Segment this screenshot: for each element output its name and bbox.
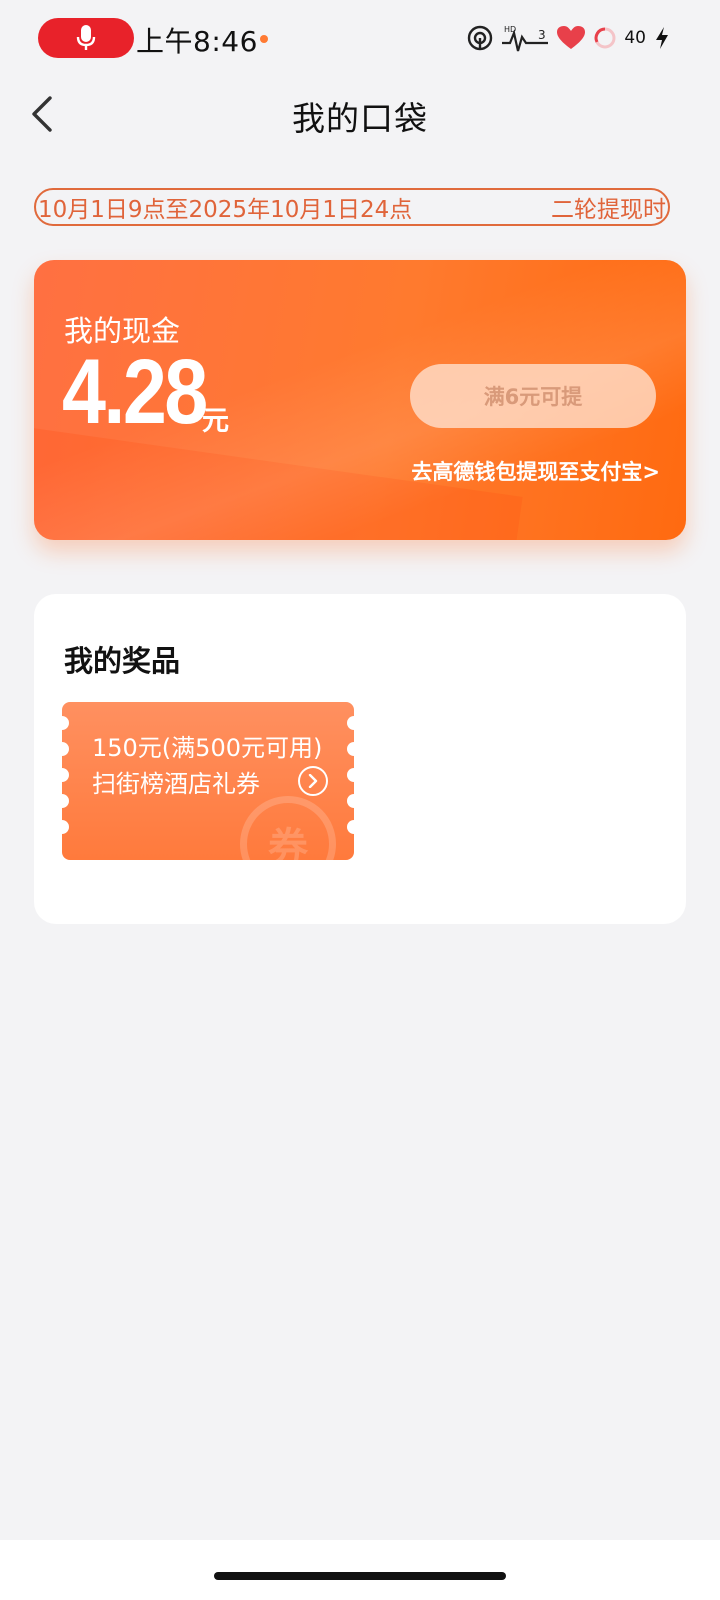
coupon-notch [347,742,354,756]
status-bar: 上午8:46 HD 3 40 [0,0,720,78]
status-time: 上午8:46 [136,25,258,58]
wallet-withdraw-link[interactable]: 去高德钱包提现至支付宝> [411,456,660,486]
coupon-notch [62,742,69,756]
hotspot-icon [468,25,493,51]
bottom-bar [0,1540,720,1600]
coupon-notch [62,716,69,730]
microphone-icon [76,25,96,50]
coupon-watermark: 券 [240,796,336,860]
cash-amount: 4.28 元 [62,346,229,438]
notification-dot [260,35,268,43]
status-icons: HD 3 40 [466,22,670,54]
coupon-notch [347,820,354,834]
coupon-notch [347,794,354,808]
notice-left-text: 10月1日9点至2025年10月1日24点 [38,197,413,223]
coupon-notch [347,768,354,782]
cash-card: 我的现金 4.28 元 满6元可提 去高德钱包提现至支付宝> [34,260,686,540]
battery-ring-icon [594,27,616,49]
prizes-card: 我的奖品 券 150元(满500元可用) 扫街榜酒店礼券 [34,594,686,924]
cash-unit: 元 [202,406,229,437]
prizes-title: 我的奖品 [64,644,181,678]
notice-right-text: 二轮提现时 [551,197,666,223]
coupon-name: 扫街榜酒店礼券 [92,770,260,798]
coupon-notch [62,820,69,834]
withdraw-button[interactable]: 满6元可提 [410,364,656,428]
page-title: 我的口袋 [292,99,428,138]
notice-banner: 10月1日9点至2025年10月1日24点 二轮提现时 [34,188,670,226]
coupon-card[interactable]: 券 150元(满500元可用) 扫街榜酒店礼券 [62,702,354,860]
coupon-notch [62,794,69,808]
charging-icon [656,27,668,49]
coupon-value: 150元(满500元可用) [92,734,323,762]
battery-level: 40 [624,28,646,48]
heart-icon [557,26,586,49]
signal-pulse-icon: HD 3 [502,25,549,52]
microphone-indicator[interactable] [38,18,134,58]
chevron-right-circle-icon[interactable] [298,766,328,796]
page-header: 我的口袋 [0,80,720,150]
signal-strength-label: 3 [538,28,546,42]
coupon-notch [347,716,354,730]
coupon-notch [62,768,69,782]
home-indicator[interactable] [214,1572,506,1580]
cash-value: 4.28 [62,341,208,443]
